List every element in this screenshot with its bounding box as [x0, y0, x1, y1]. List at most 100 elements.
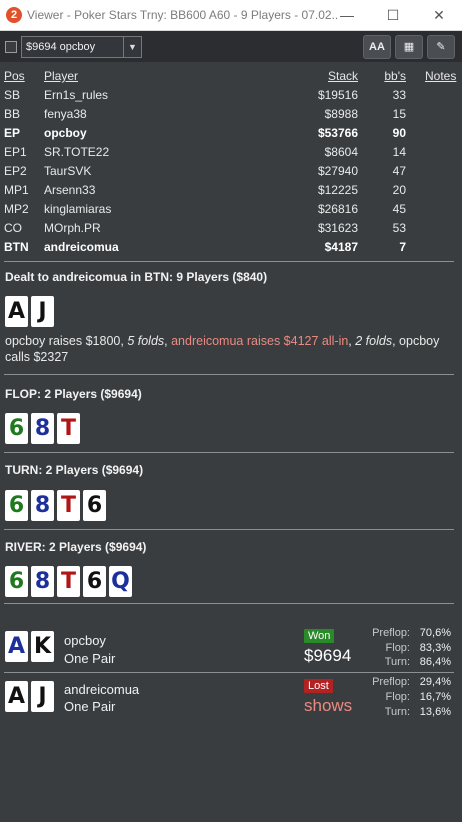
row-pos: EP — [4, 126, 21, 140]
header-pos[interactable]: Pos — [4, 69, 25, 83]
flop-title: FLOP: 2 Players ($9694) — [5, 387, 142, 401]
grid-icon[interactable]: ▦ — [395, 35, 423, 59]
row-player: Arsenn33 — [44, 183, 96, 197]
row-stack: $31623 — [317, 221, 358, 235]
row-bbs: 20 — [392, 183, 406, 197]
equity-label: Preflop: — [372, 627, 410, 639]
loser-hand: One Pair — [64, 699, 116, 714]
toolbar: $9694 opcboy ▼ AA ▦ ✎ — [0, 31, 462, 62]
row-stack: $8604 — [324, 145, 358, 159]
table-row[interactable]: MP2 kinglamiaras $26816 45 — [0, 200, 462, 219]
card-heart: T — [57, 566, 80, 597]
divider — [4, 261, 454, 262]
divider — [4, 672, 454, 673]
player-combo-value: $9694 opcboy — [26, 41, 96, 53]
header-player[interactable]: Player — [44, 69, 78, 83]
action-highlight: andreicomua raises $4127 all-in — [171, 334, 349, 348]
header-bbs[interactable]: bb's — [384, 69, 406, 83]
equity-label: Flop: — [385, 642, 410, 654]
card-club: 6 — [5, 566, 28, 597]
card-diamond: 8 — [31, 566, 54, 597]
row-stack: $4187 — [324, 240, 358, 254]
loser-name: andreicomua — [64, 682, 140, 697]
card-club: 6 — [5, 413, 28, 444]
winner-name: opcboy — [64, 633, 106, 648]
river-title: RIVER: 2 Players ($9694) — [5, 540, 147, 554]
row-pos: EP2 — [4, 164, 27, 178]
player-combo[interactable]: $9694 opcboy ▼ — [21, 36, 142, 58]
card-diamond: Q — [109, 566, 132, 597]
card-spade: 6 — [83, 566, 106, 597]
card-diamond: A — [5, 631, 28, 662]
row-stack: $8988 — [324, 107, 358, 121]
edit-icon[interactable]: ✎ — [427, 35, 455, 59]
row-stack: $26816 — [317, 202, 358, 216]
chevron-down-icon[interactable]: ▼ — [123, 37, 141, 57]
preflop-title: Dealt to andreicomua in BTN: 9 Players (… — [5, 270, 268, 284]
shows-label: shows — [304, 696, 353, 715]
font-size-button[interactable]: AA — [363, 35, 391, 59]
row-pos: SB — [4, 88, 21, 102]
row-player: kinglamiaras — [44, 202, 112, 216]
equity-value: 13,6% — [419, 706, 451, 718]
table-header: Pos Player Stack bb's Notes — [0, 67, 462, 86]
row-player: TaurSVK — [44, 164, 92, 178]
action-text: 5 folds — [127, 334, 165, 348]
row-stack: $12225 — [317, 183, 358, 197]
header-stack[interactable]: Stack — [328, 69, 358, 83]
action-text: 2 folds — [355, 334, 393, 348]
equity-value: 29,4% — [419, 676, 451, 688]
equity-value: 70,6% — [419, 627, 451, 639]
action-text: opcboy raises $1800, — [5, 334, 128, 348]
row-bbs: 7 — [399, 240, 406, 254]
row-player: fenya38 — [44, 107, 87, 121]
row-bbs: 90 — [392, 126, 406, 140]
window-titlebar: 2 Viewer - Poker Stars Trny: BB600 A60 -… — [0, 0, 462, 31]
lost-badge: Lost — [304, 679, 333, 693]
table-row[interactable]: EP2 TaurSVK $27940 47 — [0, 162, 462, 181]
table-row[interactable]: MP1 Arsenn33 $12225 20 — [0, 181, 462, 200]
players-table: Pos Player Stack bb's Notes SB Ern1s_rul… — [0, 67, 462, 257]
row-player: Ern1s_rules — [44, 88, 109, 102]
divider — [4, 452, 454, 453]
maximize-button[interactable]: ☐ — [370, 0, 416, 31]
card-spade: A — [5, 681, 28, 712]
row-pos: CO — [4, 221, 22, 235]
won-badge: Won — [304, 629, 335, 643]
table-row[interactable]: EP opcboy $53766 90 — [0, 124, 462, 143]
minimize-button[interactable]: — — [324, 0, 370, 31]
row-bbs: 15 — [392, 107, 406, 121]
card-club: 6 — [5, 490, 28, 521]
table-row[interactable]: BTN andreicomua $4187 7 — [0, 238, 462, 257]
card-diamond: 8 — [31, 413, 54, 444]
divider — [4, 529, 454, 530]
row-pos: MP1 — [4, 183, 29, 197]
table-row[interactable]: EP1 SR.TOTE22 $8604 14 — [0, 143, 462, 162]
preflop-actions: opcboy raises $1800, 5 folds, andreicomu… — [5, 333, 455, 365]
row-bbs: 14 — [392, 145, 406, 159]
table-row[interactable]: BB fenya38 $8988 15 — [0, 105, 462, 124]
divider — [4, 374, 454, 375]
table-row[interactable]: SB Ern1s_rules $19516 33 — [0, 86, 462, 105]
equity-value: 16,7% — [419, 691, 451, 703]
card-heart: T — [57, 413, 80, 444]
row-pos: BTN — [4, 240, 29, 254]
equity-value: 83,3% — [419, 642, 451, 654]
turn-title: TURN: 2 Players ($9694) — [5, 463, 144, 477]
card-spade: K — [31, 631, 54, 662]
row-bbs: 33 — [392, 88, 406, 102]
header-notes[interactable]: Notes — [425, 69, 456, 83]
card-spade: J — [31, 681, 54, 712]
table-row[interactable]: CO MOrph.PR $31623 53 — [0, 219, 462, 238]
window-title: Viewer - Poker Stars Trny: BB600 A60 - 9… — [27, 8, 337, 22]
row-player: SR.TOTE22 — [44, 145, 110, 159]
row-bbs: 53 — [392, 221, 406, 235]
row-player: MOrph.PR — [44, 221, 101, 235]
card-spade: 6 — [83, 490, 106, 521]
select-checkbox[interactable] — [5, 41, 17, 53]
winner-hand: One Pair — [64, 651, 116, 666]
row-player: andreicomua — [44, 240, 119, 254]
row-stack: $53766 — [317, 126, 358, 140]
card-diamond: 8 — [31, 490, 54, 521]
close-button[interactable]: ✕ — [416, 0, 462, 31]
